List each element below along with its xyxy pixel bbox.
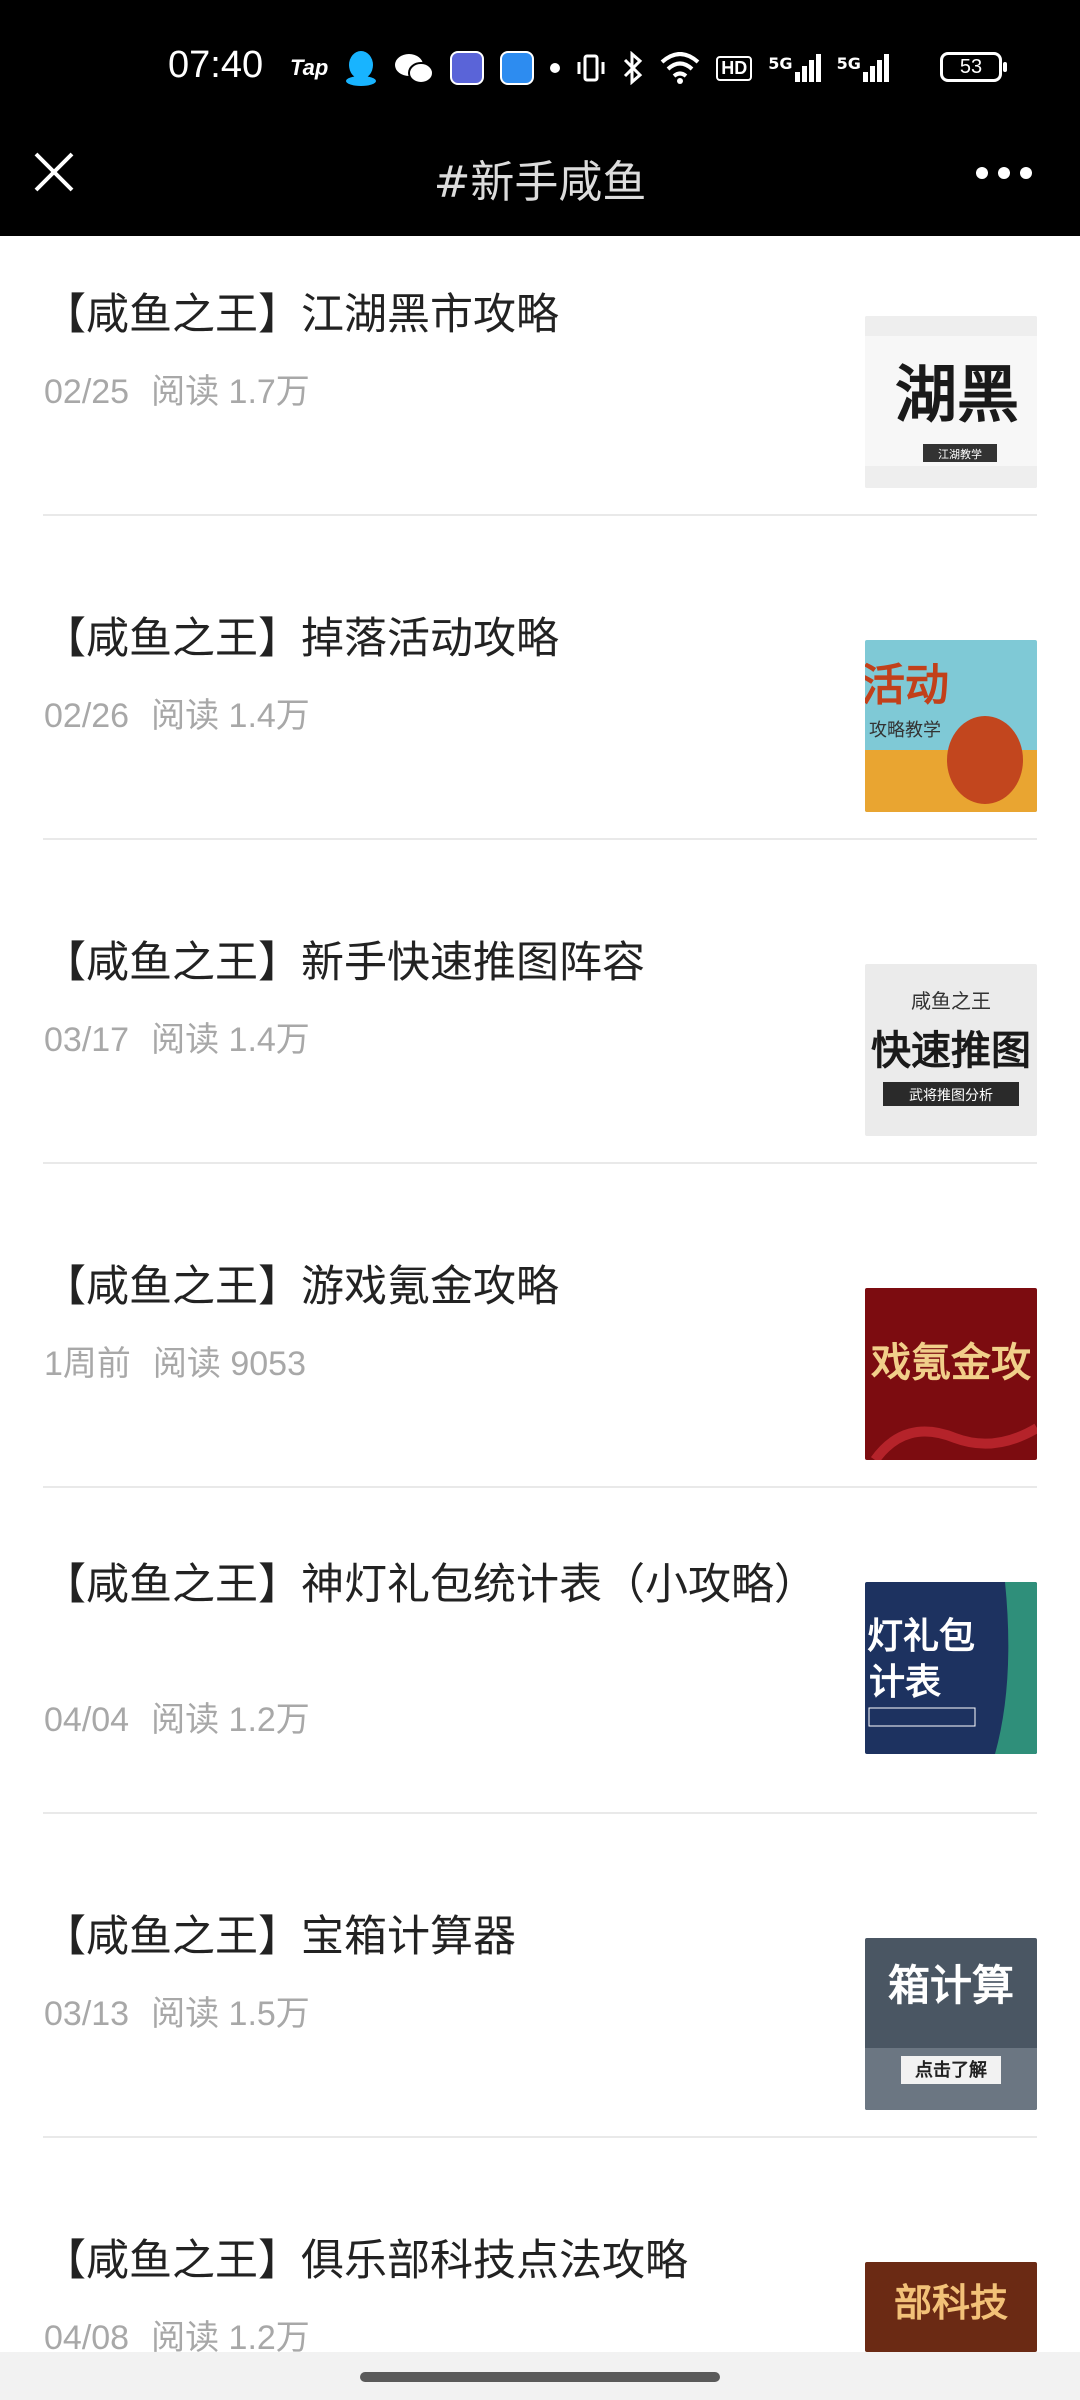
- thumb-sub: 点击了解: [915, 2059, 987, 2081]
- article-title: 【咸鱼之王】神灯礼包统计表（小攻略）: [43, 1560, 817, 1610]
- article-thumbnail: 箱计算 点击了解: [865, 1938, 1037, 2110]
- article-reads: 阅读 1.7万: [151, 373, 310, 411]
- article-reads: 阅读 1.2万: [151, 1701, 310, 1739]
- article-meta: 04/04 阅读 1.2万: [44, 1692, 310, 1741]
- thumb-sub: 攻略教学: [869, 720, 941, 741]
- hd-icon: HD: [716, 55, 753, 81]
- article-title: 【咸鱼之王】俱乐部科技点法攻略: [43, 2236, 688, 2286]
- article-item[interactable]: 【咸鱼之王】神灯礼包统计表（小攻略） 04/04 阅读 1.2万 灯礼包 计表: [43, 1548, 1037, 1808]
- browser-icon: [500, 51, 535, 85]
- article-date: 03/13: [44, 1995, 130, 2033]
- nav-bar: #新手咸鱼: [0, 130, 1080, 236]
- article-date: 02/26: [44, 697, 130, 735]
- thumb-text: 戏氪金攻: [871, 1339, 1031, 1386]
- article-title: 【咸鱼之王】游戏氪金攻略: [43, 1262, 559, 1312]
- home-indicator[interactable]: [360, 2372, 720, 2382]
- taptap-icon: Tap: [290, 55, 329, 80]
- status-bar: 07:40 Tap HD 5G 5G 53: [0, 0, 1080, 130]
- thumb-top: 咸鱼之王: [911, 989, 991, 1013]
- article-date: 03/17: [44, 1021, 130, 1059]
- signal-2-icon: 5G: [837, 54, 889, 82]
- divider: [43, 1812, 1037, 1814]
- more-icon[interactable]: [972, 150, 1036, 196]
- article-meta: 03/17 阅读 1.4万: [44, 1012, 310, 1061]
- wifi-icon: [660, 52, 700, 84]
- article-date: 02/25: [44, 373, 130, 411]
- thumb-text: 快速推图: [871, 1027, 1031, 1074]
- article-reads: 阅读 9053: [152, 1345, 307, 1383]
- article-item[interactable]: 【咸鱼之王】江湖黑市攻略 02/25 阅读 1.7万 湖黑 江湖教学: [43, 286, 1037, 488]
- signal-1-icon: 5G: [768, 54, 821, 82]
- article-meta: 1周前 阅读 9053: [44, 1336, 306, 1385]
- tieba-icon: [450, 51, 485, 85]
- divider: [43, 514, 1037, 516]
- article-item[interactable]: 【咸鱼之王】掉落活动攻略 02/26 阅读 1.4万 活动 攻略教学: [43, 610, 1037, 812]
- divider: [43, 1486, 1037, 1488]
- article-thumbnail: 活动 攻略教学: [865, 640, 1037, 812]
- bluetooth-icon: [624, 51, 643, 85]
- article-thumbnail: 咸鱼之王 快速推图 武将推图分析: [865, 964, 1037, 1136]
- divider: [43, 838, 1037, 840]
- vibrate-icon: [577, 54, 605, 82]
- article-item[interactable]: 【咸鱼之王】游戏氪金攻略 1周前 阅读 9053 戏氪金攻: [43, 1258, 1037, 1460]
- article-date: 04/04: [44, 1701, 130, 1739]
- wechat-icon: [395, 54, 435, 84]
- thumb-text: 箱计算: [888, 1961, 1014, 2010]
- qq-icon: [346, 51, 377, 86]
- article-meta: 02/25 阅读 1.7万: [44, 364, 310, 413]
- article-thumbnail: 灯礼包 计表: [865, 1582, 1037, 1754]
- article-meta: 03/13 阅读 1.5万: [44, 1986, 310, 2035]
- gesture-bar: [0, 2352, 1080, 2400]
- article-title: 【咸鱼之王】宝箱计算器: [43, 1912, 516, 1962]
- thumb-text: 湖黑: [895, 358, 1019, 431]
- article-item[interactable]: 【咸鱼之王】新手快速推图阵容 03/17 阅读 1.4万 咸鱼之王 快速推图 武将…: [43, 934, 1037, 1136]
- article-title: 【咸鱼之王】江湖黑市攻略: [43, 290, 559, 340]
- thumb-sub: 武将推图分析: [909, 1088, 993, 1104]
- article-item[interactable]: 【咸鱼之王】俱乐部科技点法攻略 04/08 阅读 1.2万 部科技: [43, 2232, 1037, 2357]
- article-title: 【咸鱼之王】新手快速推图阵容: [43, 938, 645, 988]
- status-time: 07:40: [168, 44, 264, 86]
- article-title: 【咸鱼之王】掉落活动攻略: [43, 614, 559, 664]
- article-item[interactable]: 【咸鱼之王】宝箱计算器 03/13 阅读 1.5万 箱计算 点击了解: [43, 1908, 1037, 2110]
- article-thumbnail: 部科技: [865, 2262, 1037, 2352]
- thumb-text2: 计表: [869, 1662, 941, 1703]
- article-thumbnail: 湖黑 江湖教学: [865, 316, 1037, 488]
- battery-icon: 53: [940, 52, 1007, 82]
- dot-icon: [550, 63, 561, 73]
- article-date: 1周前: [44, 1345, 131, 1383]
- article-reads: 阅读 1.5万: [151, 1995, 310, 2033]
- thumb-text: 灯礼包: [867, 1616, 975, 1657]
- divider: [43, 2136, 1037, 2138]
- page-title: #新手咸鱼: [433, 157, 647, 208]
- article-reads: 阅读 1.4万: [151, 1021, 310, 1059]
- status-notification-icons: Tap HD 5G 5G: [290, 46, 889, 90]
- article-meta: 02/26 阅读 1.4万: [44, 688, 310, 737]
- thumb-text: 部科技: [894, 2280, 1008, 2325]
- thumb-sub: 江湖教学: [938, 447, 982, 461]
- article-reads: 阅读 1.4万: [151, 697, 310, 735]
- thumb-text: 活动: [865, 660, 949, 711]
- divider: [43, 1162, 1037, 1164]
- article-thumbnail: 戏氪金攻: [865, 1288, 1037, 1460]
